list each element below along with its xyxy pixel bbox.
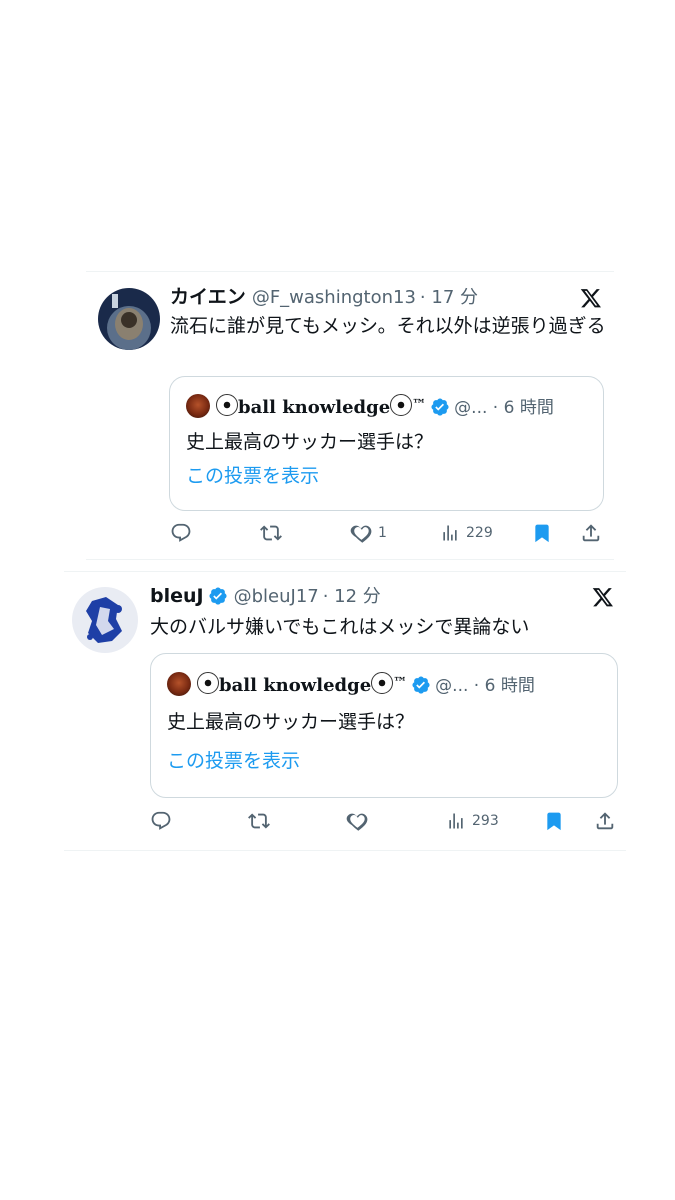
view-poll-link[interactable]: この投票を表示 <box>167 748 300 774</box>
quoted-tweet-header: ball knowledge ™ @... · 6 時間 <box>186 392 554 421</box>
share-icon <box>596 812 614 830</box>
bookmark-button[interactable] <box>532 520 552 546</box>
views-button[interactable]: 293 <box>446 808 499 834</box>
tweet-text: 流石に誰が見てもメッシ。それ以外は逆張り過ぎる <box>170 315 606 337</box>
avatar[interactable] <box>98 288 160 350</box>
quoted-avatar[interactable] <box>167 672 191 696</box>
quoted-text: 史上最高のサッカー選手は？ <box>186 431 434 453</box>
soccer-ball-icon <box>390 394 413 416</box>
retweet-icon <box>248 813 270 829</box>
share-button[interactable] <box>594 808 616 834</box>
verified-badge-icon <box>209 587 227 605</box>
tweet-card-1[interactable]: カイエン @F_washington13 · 17 分 流石に誰が見てもメッシ。それ… <box>86 271 614 560</box>
like-count: 1 <box>378 525 387 541</box>
timestamp[interactable]: · 12 分 <box>323 586 381 607</box>
view-poll-link[interactable]: この投票を表示 <box>186 463 319 489</box>
soccer-ball-icon <box>216 394 238 416</box>
like-icon <box>346 813 368 831</box>
x-logo-icon[interactable] <box>580 287 602 309</box>
quoted-tweet-header: ball knowledge ™ @... · 6 時間 <box>167 670 535 699</box>
views-icon <box>449 813 463 829</box>
retweet-icon <box>260 525 282 541</box>
like-icon <box>350 525 372 543</box>
soccer-ball-icon <box>371 672 394 694</box>
share-icon <box>582 524 600 542</box>
retweet-button[interactable] <box>260 520 282 546</box>
reply-button[interactable] <box>170 520 192 546</box>
x-logo-icon[interactable] <box>592 586 614 608</box>
quoted-display-name[interactable]: ball knowledge <box>219 675 371 696</box>
share-button[interactable] <box>580 520 602 546</box>
timestamp[interactable]: · 17 分 <box>420 287 478 308</box>
quoted-meta[interactable]: @... · 6 時間 <box>454 398 554 418</box>
quoted-tweet[interactable]: ball knowledge ™ @... · 6 時間 史上最高のサッカー選手は？… <box>169 376 604 511</box>
reply-button[interactable] <box>150 808 172 834</box>
tweet-text: 大のバルサ嫌いでもこれはメッシで異論ない <box>150 616 530 638</box>
view-count: 229 <box>466 525 493 541</box>
like-button[interactable] <box>346 808 374 834</box>
quoted-text: 史上最高のサッカー選手は？ <box>167 711 415 733</box>
quoted-display-name[interactable]: ball knowledge <box>238 397 390 418</box>
bookmark-button[interactable] <box>544 808 564 834</box>
action-bar: 293 <box>150 808 616 834</box>
soccer-ball-icon <box>197 672 219 694</box>
tweet-header: カイエン @F_washington13 · 17 分 <box>170 285 478 310</box>
like-button[interactable]: 1 <box>350 520 387 546</box>
bookmark-icon <box>535 524 549 543</box>
display-name[interactable]: カイエン <box>170 286 246 308</box>
quoted-tweet[interactable]: ball knowledge ™ @... · 6 時間 史上最高のサッカー選手は？… <box>150 653 618 798</box>
display-name[interactable]: bleuJ <box>150 585 204 607</box>
tweet-card-2[interactable]: bleuJ @bleuJ17 · 12 分 大のバルサ嫌いでもこれはメッシで異論ない… <box>64 571 626 851</box>
action-bar: 1 229 <box>170 520 602 546</box>
quoted-avatar[interactable] <box>186 394 210 418</box>
reply-icon <box>171 523 191 542</box>
bookmark-icon <box>547 812 561 831</box>
user-handle[interactable]: @bleuJ17 <box>234 586 319 607</box>
avatar[interactable] <box>72 587 138 653</box>
verified-badge-icon <box>431 398 449 416</box>
views-icon <box>443 525 457 541</box>
user-handle[interactable]: @F_washington13 <box>252 287 416 308</box>
tweet-header: bleuJ @bleuJ17 · 12 分 <box>150 584 381 609</box>
view-count: 293 <box>472 813 499 829</box>
views-button[interactable]: 229 <box>440 520 493 546</box>
retweet-button[interactable] <box>248 808 270 834</box>
reply-icon <box>151 811 171 830</box>
verified-badge-icon <box>412 676 430 694</box>
quoted-meta[interactable]: @... · 6 時間 <box>435 676 535 696</box>
